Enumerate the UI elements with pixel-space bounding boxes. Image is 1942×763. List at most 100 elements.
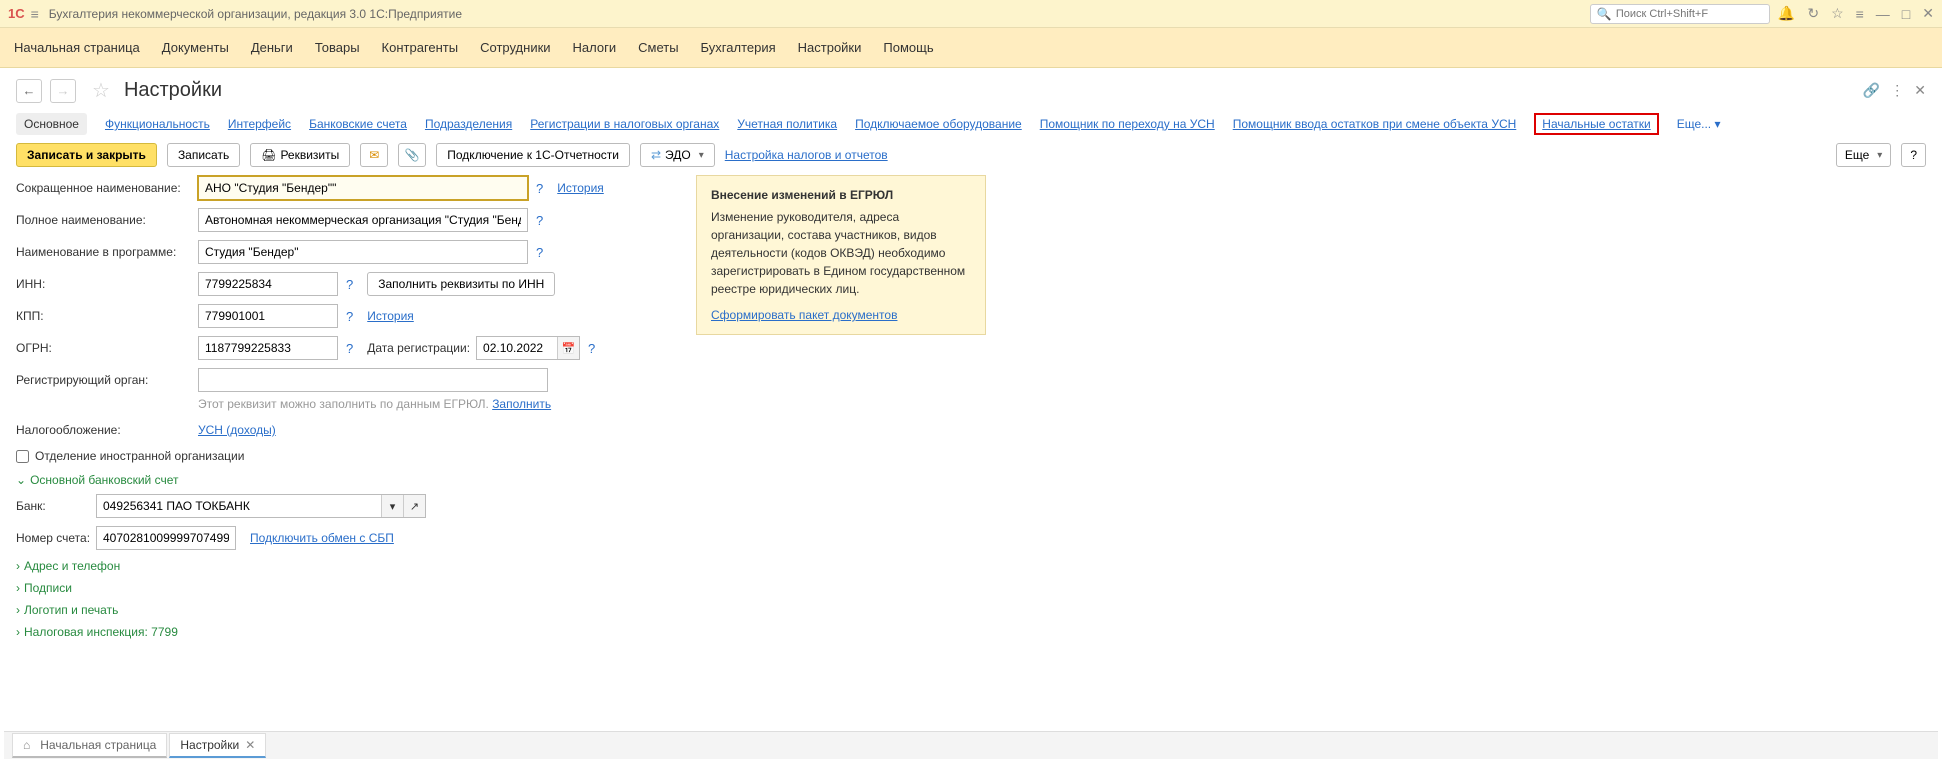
tab-main[interactable]: Основное: [16, 113, 87, 135]
ogrn-input[interactable]: [198, 336, 338, 360]
star-icon[interactable]: ☆: [1831, 5, 1844, 22]
kpp-label: КПП:: [16, 309, 198, 323]
help-button[interactable]: ?: [1901, 143, 1926, 167]
bottom-tab-home[interactable]: ⌂ Начальная страница: [12, 733, 167, 758]
tab-close-icon[interactable]: ✕: [245, 738, 255, 752]
tab-bank-accounts[interactable]: Банковские счета: [309, 117, 407, 131]
hamburger-icon[interactable]: ≡: [31, 6, 39, 22]
reg-date-input[interactable]: [477, 341, 557, 355]
search-box[interactable]: 🔍: [1590, 4, 1770, 24]
main-menu: Начальная страница Документы Деньги Това…: [0, 28, 1942, 68]
attach-button[interactable]: 📎: [398, 143, 426, 167]
tabs-more[interactable]: Еще... ▾: [1677, 117, 1721, 131]
nav-forward-button[interactable]: →: [50, 79, 76, 103]
menu-estimates[interactable]: Сметы: [638, 40, 678, 55]
minimize-icon[interactable]: —: [1876, 6, 1890, 22]
account-input[interactable]: [96, 526, 236, 550]
full-name-label: Полное наименование:: [16, 213, 198, 227]
menu-employees[interactable]: Сотрудники: [480, 40, 550, 55]
calendar-icon[interactable]: 📅: [557, 337, 579, 359]
tax-value-link[interactable]: УСН (доходы): [198, 423, 276, 437]
connect-reporting-button[interactable]: Подключение к 1С-Отчетности: [436, 143, 630, 167]
egrul-title: Внесение изменений в ЕГРЮЛ: [711, 186, 971, 204]
inn-input[interactable]: [198, 272, 338, 296]
kpp-history-link[interactable]: История: [367, 309, 414, 323]
menu-help[interactable]: Помощь: [883, 40, 933, 55]
bottom-tab-settings[interactable]: Настройки ✕: [169, 733, 266, 758]
filter-icon[interactable]: ≡: [1856, 6, 1864, 22]
maximize-icon[interactable]: □: [1902, 6, 1910, 22]
edo-button[interactable]: ⇄ЭДО: [640, 143, 715, 167]
menu-docs[interactable]: Документы: [162, 40, 229, 55]
reg-date-field[interactable]: 📅: [476, 336, 580, 360]
tab-equipment[interactable]: Подключаемое оборудование: [855, 117, 1022, 131]
help-icon[interactable]: ?: [536, 245, 543, 260]
page-title: Настройки: [124, 79, 1855, 102]
form-body: Сокращенное наименование: ? История Полн…: [0, 171, 1942, 649]
prog-name-input[interactable]: [198, 240, 528, 264]
help-icon[interactable]: ?: [346, 341, 353, 356]
search-input[interactable]: [1616, 8, 1763, 20]
menu-money[interactable]: Деньги: [251, 40, 293, 55]
fill-by-inn-button[interactable]: Заполнить реквизиты по ИНН: [367, 272, 555, 296]
bank-input[interactable]: [97, 495, 381, 517]
help-icon[interactable]: ?: [346, 277, 353, 292]
mail-button[interactable]: ✉: [360, 143, 388, 167]
reg-organ-input[interactable]: [198, 368, 548, 392]
foreign-checkbox-label: Отделение иностранной организации: [35, 449, 244, 463]
section-signatures[interactable]: Подписи: [16, 581, 656, 595]
menu-goods[interactable]: Товары: [315, 40, 360, 55]
reg-organ-label: Регистрирующий орган:: [16, 373, 198, 387]
window-close-icon[interactable]: ✕: [1914, 82, 1926, 99]
menu-settings[interactable]: Настройки: [798, 40, 862, 55]
nav-back-button[interactable]: ←: [16, 79, 42, 103]
bell-icon[interactable]: 🔔: [1778, 5, 1795, 22]
help-icon[interactable]: ?: [588, 341, 595, 356]
menu-taxes[interactable]: Налоги: [573, 40, 617, 55]
short-name-input[interactable]: [198, 176, 528, 200]
bank-select[interactable]: ▾ ↗: [96, 494, 426, 518]
tab-interface[interactable]: Интерфейс: [228, 117, 291, 131]
save-close-button[interactable]: Записать и закрыть: [16, 143, 157, 167]
section-address[interactable]: Адрес и телефон: [16, 559, 656, 573]
menu-start[interactable]: Начальная страница: [14, 40, 140, 55]
tab-initial-balances[interactable]: Начальные остатки: [1534, 113, 1658, 135]
kpp-input[interactable]: [198, 304, 338, 328]
kebab-icon[interactable]: ⋮: [1890, 82, 1904, 99]
help-icon[interactable]: ?: [536, 181, 543, 196]
help-icon[interactable]: ?: [536, 213, 543, 228]
egrul-form-docs-link[interactable]: Сформировать пакет документов: [711, 306, 897, 324]
section-tax-inspection[interactable]: Налоговая инспекция: 7799: [16, 625, 656, 639]
menu-accounting[interactable]: Бухгалтерия: [701, 40, 776, 55]
history-icon[interactable]: ↻: [1807, 5, 1819, 22]
sbp-link[interactable]: Подключить обмен с СБП: [250, 531, 394, 545]
page-header: ← → ☆ Настройки 🔗 ⋮ ✕: [0, 68, 1942, 109]
tab-balances-helper[interactable]: Помощник ввода остатков при смене объект…: [1233, 117, 1517, 131]
egrul-text: Изменение руководителя, адреса организац…: [711, 208, 971, 298]
open-icon[interactable]: ↗: [403, 495, 425, 517]
history-link[interactable]: История: [557, 181, 604, 195]
tab-tax-reg[interactable]: Регистрации в налоговых органах: [530, 117, 719, 131]
tab-usn-helper[interactable]: Помощник по переходу на УСН: [1040, 117, 1215, 131]
fill-link[interactable]: Заполнить: [492, 397, 551, 411]
more-button[interactable]: Еще: [1836, 143, 1891, 167]
menu-counterparties[interactable]: Контрагенты: [382, 40, 459, 55]
section-logo[interactable]: Логотип и печать: [16, 603, 656, 617]
account-label: Номер счета:: [16, 531, 96, 545]
section-bank[interactable]: Основной банковский счет: [16, 473, 656, 487]
help-icon[interactable]: ?: [346, 309, 353, 324]
tax-setup-link[interactable]: Настройка налогов и отчетов: [725, 148, 888, 162]
app-title: Бухгалтерия некоммерческой организации, …: [49, 7, 1590, 21]
tab-functionality[interactable]: Функциональность: [105, 117, 210, 131]
link-icon[interactable]: 🔗: [1863, 82, 1880, 99]
dropdown-icon[interactable]: ▾: [381, 495, 403, 517]
egrul-info-panel: Внесение изменений в ЕГРЮЛ Изменение рук…: [696, 175, 986, 335]
foreign-checkbox[interactable]: [16, 450, 29, 463]
requisites-button[interactable]: 🖨Реквизиты: [250, 143, 350, 167]
favorite-icon[interactable]: ☆: [92, 78, 110, 103]
close-icon[interactable]: ✕: [1922, 5, 1934, 22]
full-name-input[interactable]: [198, 208, 528, 232]
tab-accounting-policy[interactable]: Учетная политика: [737, 117, 837, 131]
save-button[interactable]: Записать: [167, 143, 240, 167]
tab-departments[interactable]: Подразделения: [425, 117, 512, 131]
